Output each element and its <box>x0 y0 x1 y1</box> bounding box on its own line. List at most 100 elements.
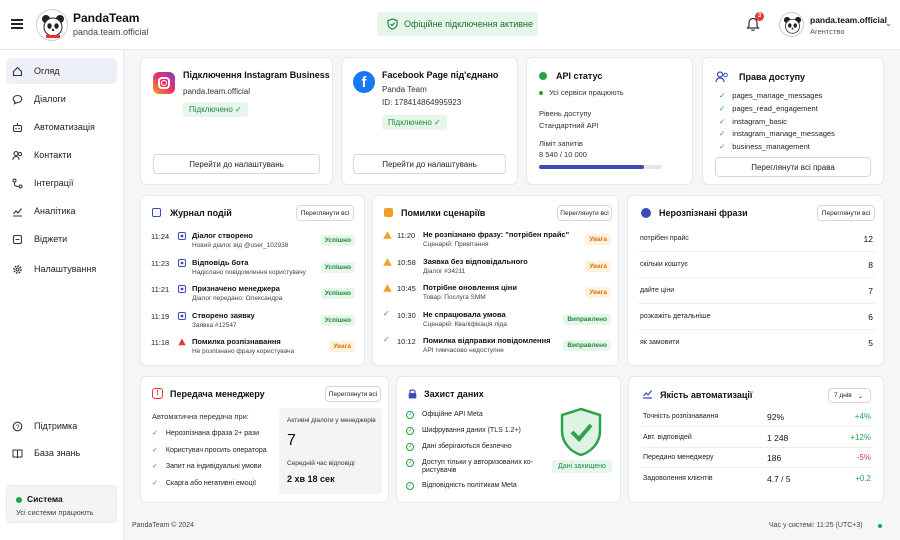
event-desc: Не розпізнано фразу користувача <box>192 348 295 355</box>
handoff-view-all-button[interactable]: Переглянути всі <box>325 386 381 402</box>
phrase-row[interactable]: скільки коштує 8 <box>628 252 885 278</box>
facebook-card: f Facebook Page під'єднано Panda Team ID… <box>341 57 518 185</box>
event-title: Помилка розпізнавання <box>192 337 281 346</box>
automation-quality-card: Якість автоматизації 7 днів ⌄ Точність ро… <box>628 376 884 503</box>
api-limit-progress <box>539 165 662 169</box>
phrase-row[interactable]: як замовити 5 <box>628 330 885 356</box>
user-name[interactable]: panda.team.official <box>810 15 887 25</box>
error-title: Не розпізнано фразу: "потрібен прайс" <box>423 230 570 239</box>
security-feature: ✓ Офіційне API Meta <box>406 411 483 419</box>
lock-icon <box>408 388 417 399</box>
facebook-page-id: ID: 178414864995923 <box>382 98 462 107</box>
access-right-item: ✓ business_management <box>719 142 810 152</box>
error-row[interactable]: 11:20 Не розпізнано фразу: "потрібен прай… <box>373 227 620 253</box>
security-title: Захист даних <box>424 389 484 399</box>
event-log-title: Журнал подій <box>170 208 232 218</box>
event-row[interactable]: 11:23 Відповідь бота Надіслано повідомленн… <box>141 255 366 281</box>
security-feature: ✓ Доступ тільки у авторизованих ко-ристув… <box>406 459 534 474</box>
error-desc: Сценарій: Кваліфікація ліда <box>423 320 508 328</box>
event-desc: Надіслано повідомлення користувачу <box>192 268 306 276</box>
instagram-status-badge: Підключено ✓ <box>183 102 248 117</box>
phrases-view-all-button[interactable]: Переглянути всі <box>817 205 875 221</box>
unrecognized-phrases-card: Нерозпізнані фрази Переглянути всі потрі… <box>627 195 884 366</box>
event-title: Діалог створено <box>192 231 253 240</box>
period-select[interactable]: 7 днів ⌄ <box>828 388 871 403</box>
status-dot <box>16 497 22 503</box>
check-circle-icon: ✓ <box>406 443 414 451</box>
sidebar-item-integrations[interactable]: Інтеграції <box>6 170 117 196</box>
access-right-item: ✓ instagram_basic <box>719 116 787 126</box>
sidebar-item-contacts[interactable]: Контакти <box>6 142 117 168</box>
connection-status-text: Офіційне підключення активне <box>404 19 533 29</box>
sidebar-item-overview[interactable]: Огляд <box>6 58 117 84</box>
sidebar-item-knowledge-base[interactable]: База знань <box>6 440 117 466</box>
status-badge: Увага <box>585 234 611 245</box>
events-view-all-button[interactable]: Переглянути всі <box>296 205 354 221</box>
error-row[interactable]: ✓ 10:12 Помилка відправки повідомлення API … <box>373 333 620 359</box>
phrase-row[interactable]: розкажіть детальніше 6 <box>628 304 885 330</box>
check-circle-icon: ✓ <box>406 427 414 435</box>
api-limit-progress-fill <box>539 165 645 169</box>
error-row[interactable]: ✓ 10:30 Не спрацювала умова Сценарій: Квалі… <box>373 307 620 333</box>
event-row[interactable]: 11:24 Діалог створено Новий діалог від @us… <box>141 228 366 254</box>
help-icon: ? <box>12 421 23 432</box>
sidebar-item-dialogs[interactable]: Діалоги <box>6 86 117 112</box>
sidebar-item-widgets[interactable]: Віджети <box>6 226 117 252</box>
check-icon: ✓ <box>383 335 390 344</box>
chevron-down-icon[interactable]: ⌄ <box>885 19 892 28</box>
event-row[interactable]: 11:21 Призначено менеджера Діалог передано… <box>141 281 366 307</box>
warning-icon <box>383 257 392 268</box>
phrase-row[interactable]: потрібен прайс 12 <box>628 226 885 252</box>
menu-icon[interactable] <box>11 19 23 29</box>
api-ok-dot <box>539 91 543 95</box>
check-icon: ✓ <box>235 105 242 114</box>
chevron-down-icon: ⌄ <box>857 392 864 400</box>
sidebar-item-support[interactable]: ? Підтримка <box>6 413 117 439</box>
connection-status-banner: Офіційне підключення активне <box>377 12 538 36</box>
api-level-value: Стандартний API <box>539 121 599 130</box>
event-icon <box>178 285 186 295</box>
data-protected-badge: Дані захищено <box>552 460 612 473</box>
phrase-row[interactable]: дайте ціни 7 <box>628 278 885 304</box>
event-row[interactable]: 11:18 Помилка розпізнавання Не розпізнано … <box>141 334 366 360</box>
event-log-card: Журнал подій Переглянути всі 11:24 Діалог… <box>140 195 365 366</box>
avatar[interactable] <box>779 12 804 37</box>
sidebar-item-label: Контакти <box>34 150 72 160</box>
errors-view-all-button[interactable]: Переглянути всі <box>557 205 612 221</box>
check-icon: ✓ <box>152 479 158 487</box>
status-badge: Виправлено <box>563 313 611 325</box>
status-badge: Успішно <box>320 288 355 299</box>
facebook-title: Facebook Page під'єднано <box>382 70 499 80</box>
phrase-text: розкажіть детальніше <box>640 313 711 320</box>
error-desc: Товар: Послуга SMM <box>423 294 486 301</box>
sidebar-item-analytics[interactable]: Аналітика <box>6 198 117 224</box>
error-row[interactable]: 10:45 Потрібне оновлення ціни Товар: Послу… <box>373 280 620 306</box>
view-all-rights-button[interactable]: Переглянути всі права <box>715 157 871 177</box>
quality-label: Передано менеджеру <box>643 454 714 461</box>
quality-label: Точність розпізнавання <box>643 413 719 420</box>
robot-icon <box>12 122 23 133</box>
status-badge: Успішно <box>320 235 355 246</box>
error-row[interactable]: 10:58 Заявка без відповідального Діалог #3… <box>373 254 620 280</box>
sidebar-item-settings[interactable]: Налаштування <box>6 256 117 282</box>
quality-value: 186 <box>767 453 782 463</box>
system-status-text: Усі системи працюють <box>16 508 94 517</box>
status-dot <box>878 524 882 528</box>
quality-title: Якість автоматизації <box>660 390 753 400</box>
event-time: 11:21 <box>151 285 170 294</box>
book-icon <box>12 448 23 459</box>
handoff-condition: ✓ Користувач просить оператора <box>152 446 267 454</box>
api-title: API статус <box>556 71 603 81</box>
handoff-title: Передача менеджеру <box>170 389 265 399</box>
event-title: Створено заявку <box>192 310 255 320</box>
event-row[interactable]: 11:19 Створено заявку Заявка #12547 Успішно <box>141 308 366 334</box>
instagram-card: Підключення Instagram Business panda.tea… <box>140 57 333 185</box>
sidebar-item-automation[interactable]: Автоматизація <box>6 114 117 140</box>
status-badge: Увага <box>585 287 611 298</box>
sidebar-item-label: Налаштування <box>34 264 97 274</box>
handoff-condition: ✓ Нерозпізнана фраза 2+ рази <box>152 430 260 437</box>
instagram-settings-button[interactable]: Перейти до налаштувань <box>153 154 320 174</box>
facebook-settings-button[interactable]: Перейти до налаштувань <box>353 154 506 174</box>
alert-icon: ! <box>152 388 163 399</box>
avg-response-value: 2 хв 18 сек <box>287 474 335 484</box>
